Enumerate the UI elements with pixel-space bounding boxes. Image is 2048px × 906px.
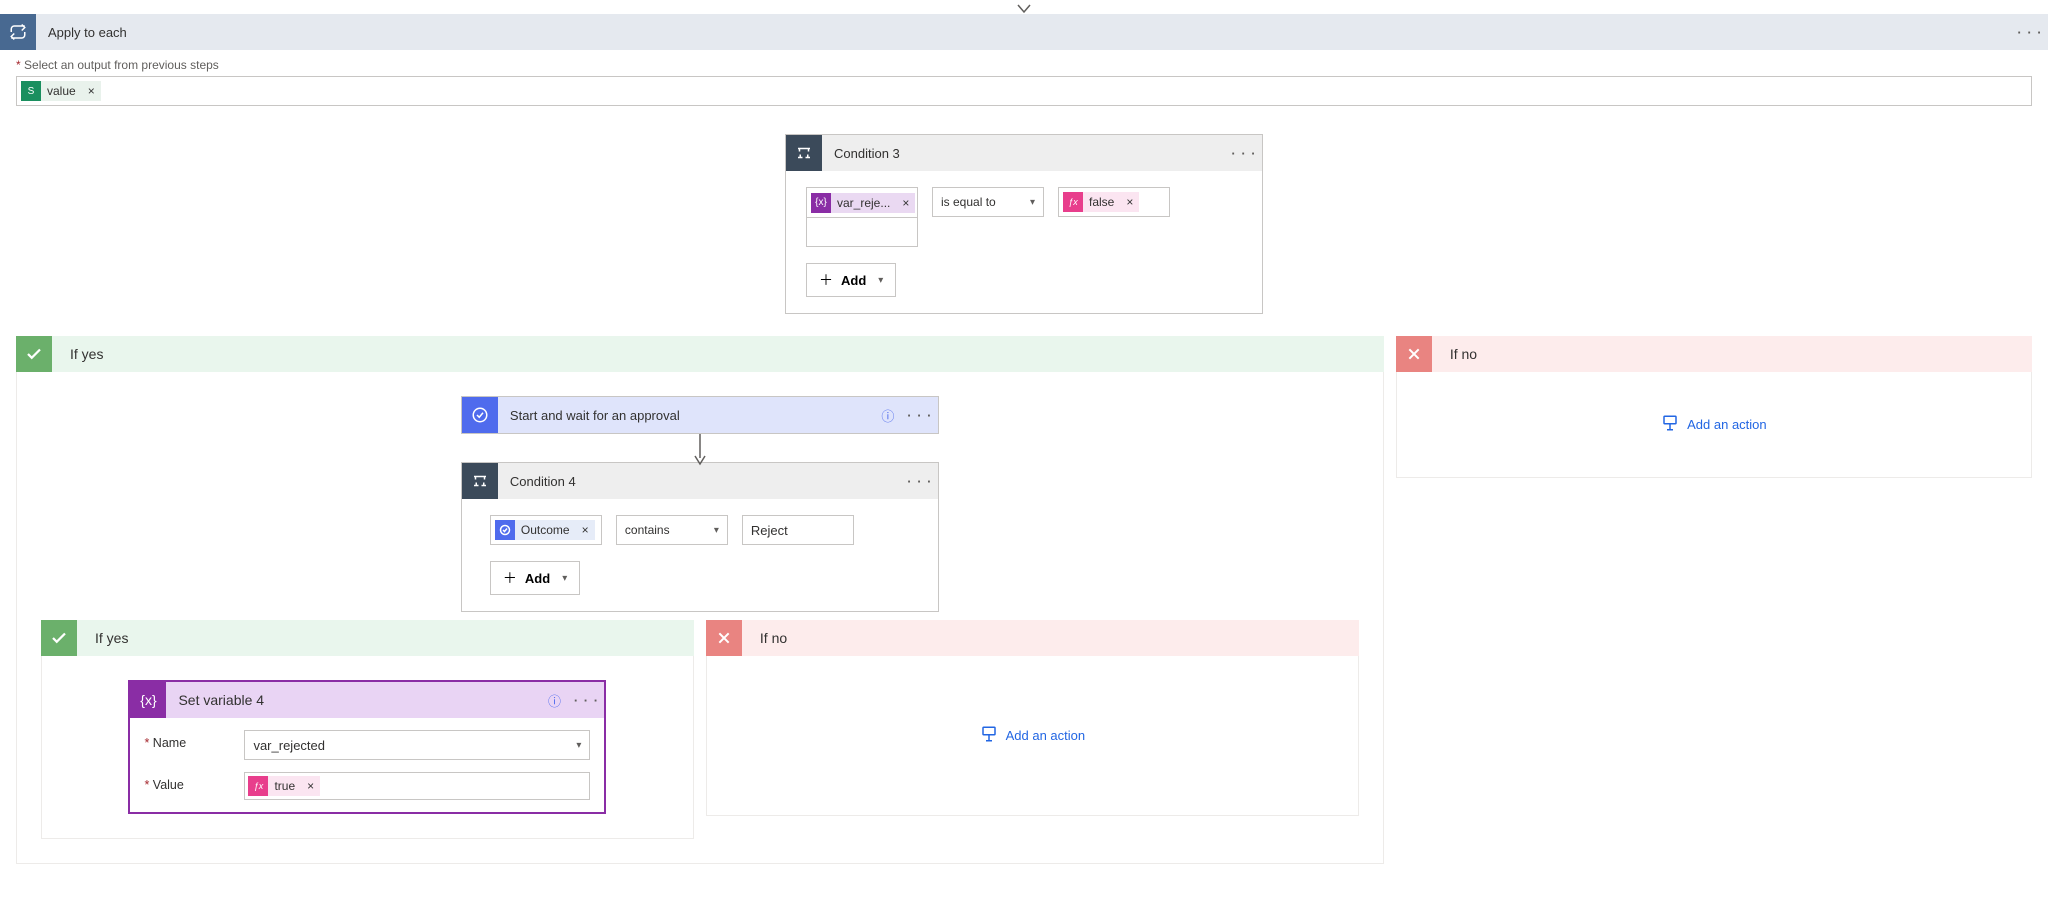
expression-token[interactable]: ƒx true × bbox=[248, 776, 320, 796]
apply-to-each-title: Apply to each bbox=[36, 25, 2012, 40]
if-yes-header[interactable]: If yes bbox=[16, 336, 1384, 372]
approval-card[interactable]: Start and wait for an approval ⓘ · · · bbox=[461, 396, 939, 434]
if-yes-label: If yes bbox=[52, 346, 103, 362]
remove-token-icon[interactable]: × bbox=[301, 779, 320, 793]
condition-right-input[interactable]: Reject bbox=[742, 515, 854, 545]
loop-icon bbox=[0, 14, 36, 50]
more-menu-button[interactable]: · · · bbox=[902, 408, 938, 423]
add-condition-button[interactable]: ＋ Add ▾ bbox=[806, 263, 896, 297]
select-output-label: Select an output from previous steps bbox=[16, 58, 2032, 72]
condition-3-title: Condition 3 bbox=[822, 146, 1226, 161]
chevron-down-icon: ▾ bbox=[576, 740, 581, 751]
outcome-token[interactable]: Outcome × bbox=[495, 520, 595, 540]
remove-token-icon[interactable]: × bbox=[1120, 195, 1139, 209]
plus-icon: ＋ bbox=[503, 568, 517, 588]
if-no-header[interactable]: If no bbox=[1396, 336, 2032, 372]
if-yes-header[interactable]: If yes bbox=[41, 620, 694, 656]
check-icon bbox=[16, 336, 52, 372]
chevron-down-icon: ▾ bbox=[878, 275, 883, 286]
select-output-input[interactable]: S value × bbox=[16, 76, 2032, 106]
set-variable-title: Set variable 4 bbox=[166, 692, 540, 708]
chevron-down-icon: ▾ bbox=[562, 573, 567, 584]
if-yes-label: If yes bbox=[77, 630, 128, 646]
condition-left-operand[interactable]: {x} var_reje... × bbox=[806, 187, 918, 217]
if-no-label: If no bbox=[1432, 346, 1477, 362]
add-action-button[interactable]: Add an action bbox=[980, 725, 1086, 746]
approval-icon bbox=[462, 397, 498, 433]
sharepoint-icon: S bbox=[21, 81, 41, 101]
add-condition-button[interactable]: ＋ Add ▾ bbox=[490, 561, 580, 595]
remove-token-icon[interactable]: × bbox=[82, 84, 101, 98]
add-action-icon bbox=[980, 725, 998, 746]
condition-3-header[interactable]: Condition 3 · · · bbox=[786, 135, 1262, 171]
condition-operator-select[interactable]: contains ▾ bbox=[616, 515, 728, 545]
variable-icon: {x} bbox=[811, 193, 831, 213]
help-icon[interactable]: ⓘ bbox=[874, 406, 902, 425]
variable-name-select[interactable]: var_rejected ▾ bbox=[244, 730, 590, 760]
fx-icon: ƒx bbox=[1063, 192, 1083, 212]
condition-right-operand[interactable]: ƒx false × bbox=[1058, 187, 1170, 217]
variable-icon: {x} bbox=[130, 682, 166, 718]
expression-token[interactable]: ƒx false × bbox=[1063, 192, 1139, 212]
if-no-label: If no bbox=[742, 630, 787, 646]
condition-4-header[interactable]: Condition 4 · · · bbox=[462, 463, 938, 499]
condition-icon bbox=[786, 135, 822, 171]
chevron-down-icon: ▾ bbox=[714, 525, 719, 536]
add-action-button[interactable]: Add an action bbox=[1661, 414, 1767, 435]
add-action-icon bbox=[1661, 414, 1679, 435]
check-icon bbox=[41, 620, 77, 656]
condition-operator-select[interactable]: is equal to ▾ bbox=[932, 187, 1044, 217]
help-icon[interactable]: ⓘ bbox=[540, 691, 568, 710]
arrow-down-icon bbox=[1017, 4, 1031, 14]
approval-title: Start and wait for an approval bbox=[498, 408, 874, 423]
more-menu-button[interactable]: · · · bbox=[2012, 25, 2048, 40]
if-no-header[interactable]: If no bbox=[706, 620, 1359, 656]
condition-4-title: Condition 4 bbox=[498, 474, 902, 489]
name-label: Name bbox=[144, 730, 244, 750]
close-icon bbox=[1396, 336, 1432, 372]
variable-token[interactable]: {x} var_reje... × bbox=[811, 193, 915, 213]
variable-value-input[interactable]: ƒx true × bbox=[244, 772, 590, 800]
set-variable-header[interactable]: {x} Set variable 4 ⓘ · · · bbox=[130, 682, 604, 718]
condition-left-operand-extra[interactable] bbox=[806, 217, 918, 247]
more-menu-button[interactable]: · · · bbox=[902, 474, 938, 489]
condition-icon bbox=[462, 463, 498, 499]
value-label: Value bbox=[144, 772, 244, 792]
connector-arrow bbox=[699, 434, 700, 462]
set-variable-card: {x} Set variable 4 ⓘ · · · Name bbox=[128, 680, 606, 814]
plus-icon: ＋ bbox=[819, 270, 833, 290]
chevron-down-icon: ▾ bbox=[1030, 197, 1035, 208]
remove-token-icon[interactable]: × bbox=[896, 196, 915, 210]
more-menu-button[interactable]: · · · bbox=[568, 693, 604, 708]
condition-left-operand[interactable]: Outcome × bbox=[490, 515, 602, 545]
value-token[interactable]: S value × bbox=[21, 81, 101, 101]
close-icon bbox=[706, 620, 742, 656]
apply-to-each-header[interactable]: Apply to each · · · bbox=[0, 14, 2048, 50]
condition-3-card: Condition 3 · · · {x} var_reje... × bbox=[785, 134, 1263, 314]
remove-token-icon[interactable]: × bbox=[576, 523, 595, 537]
condition-4-card: Condition 4 · · · Outcome bbox=[461, 462, 939, 612]
approval-icon bbox=[495, 520, 515, 540]
more-menu-button[interactable]: · · · bbox=[1226, 146, 1262, 161]
fx-icon: ƒx bbox=[248, 776, 268, 796]
